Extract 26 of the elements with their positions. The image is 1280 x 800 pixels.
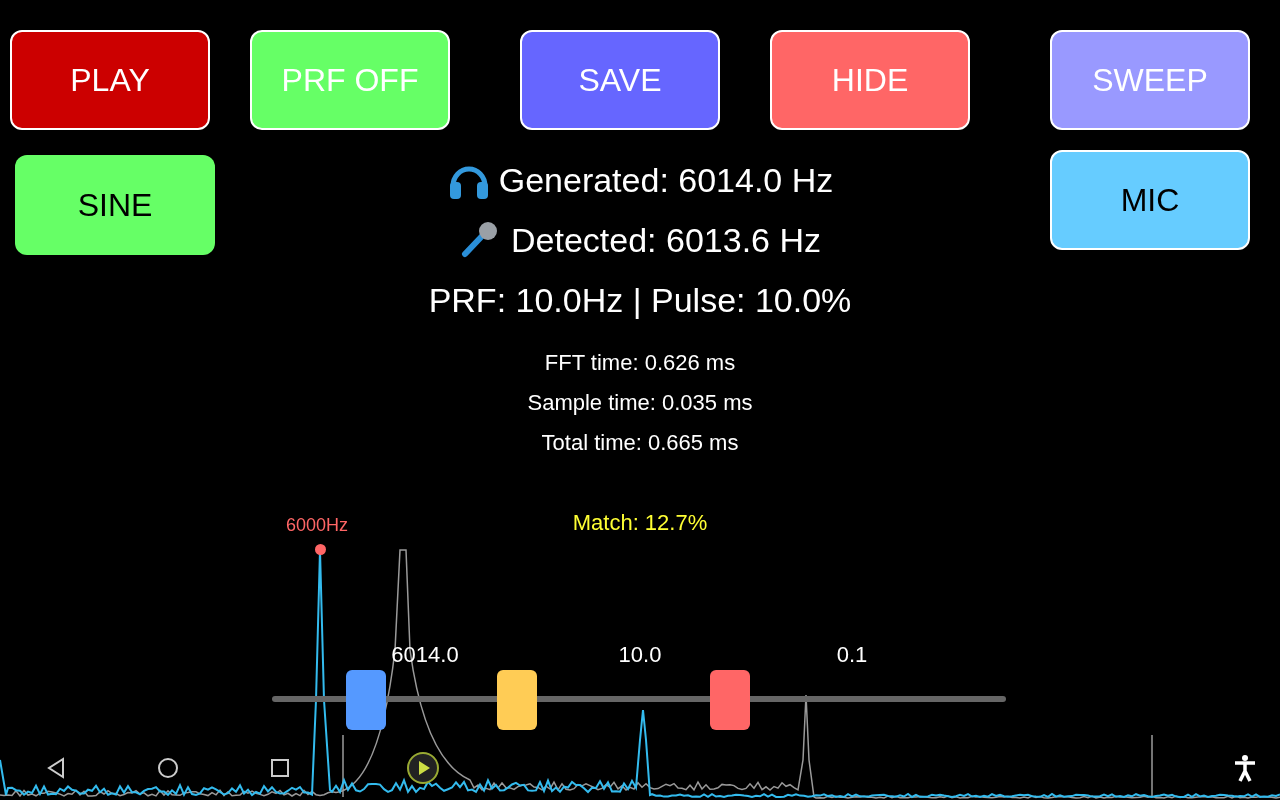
timing-text: Sample time: 0.035 ms (527, 388, 753, 417)
control-button[interactable]: PLAY (10, 30, 210, 130)
play-icon[interactable] (406, 751, 440, 785)
accessibility-icon[interactable] (1233, 754, 1257, 782)
slider-thumb[interactable] (345, 670, 386, 730)
prf-readout: PRF: 10.0Hz | Pulse: 10.0% (428, 279, 852, 321)
slider-thumb[interactable] (497, 670, 538, 730)
timing-text: Total time: 0.665 ms (541, 428, 739, 457)
control-button[interactable]: MIC (1050, 150, 1250, 250)
home-icon[interactable] (157, 757, 179, 779)
recents-icon[interactable] (270, 758, 290, 778)
control-button[interactable]: HIDE (770, 30, 970, 130)
timing-text: FFT time: 0.626 ms (544, 348, 736, 377)
slider-value: 10.0 (618, 641, 662, 669)
match-text: Match: 12.7% (572, 508, 708, 537)
slider-value: 6014.0 (391, 641, 459, 669)
microphone-icon (459, 220, 499, 260)
generated-frequency: Generated: 6014.0 Hz (498, 159, 834, 201)
slider-thumb[interactable] (710, 670, 750, 730)
control-button[interactable]: SWEEP (1050, 30, 1250, 130)
slider-value: 0.1 (836, 641, 868, 669)
back-icon[interactable] (46, 757, 66, 779)
peak-label: 6000Hz (286, 514, 349, 537)
control-button[interactable]: SAVE (520, 30, 720, 130)
detected-frequency: Detected: 6013.6 Hz (511, 219, 821, 261)
control-button[interactable]: SINE (15, 155, 215, 255)
